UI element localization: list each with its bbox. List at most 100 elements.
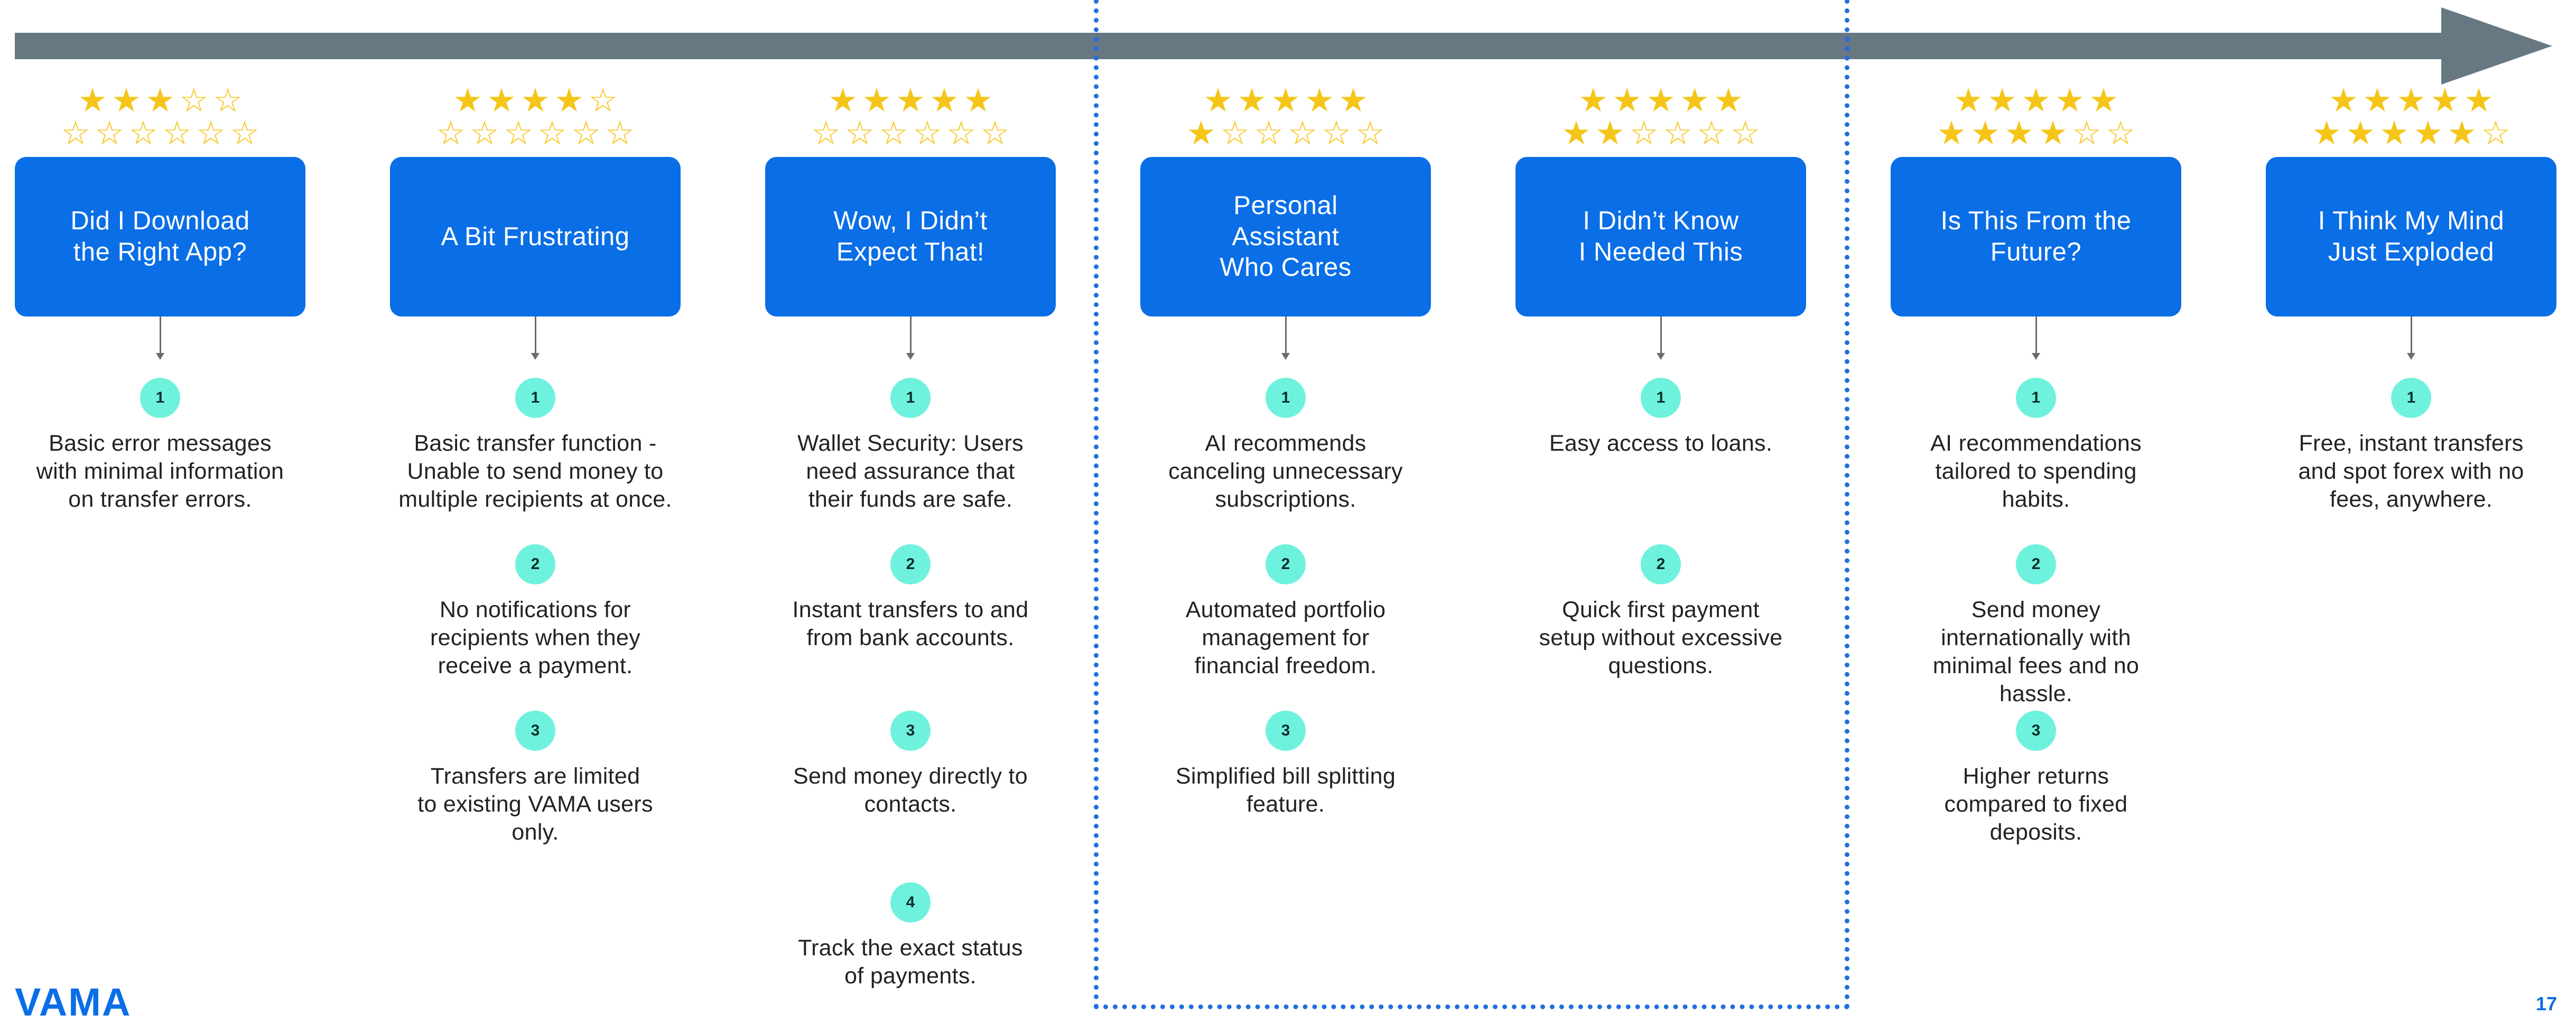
star-rating: ★ ★ ★ ★ ★ ★ ★ ★ ★ ☆ ☆ [1891, 85, 2181, 151]
star-empty-icon: ☆ [436, 115, 466, 152]
connector-line [160, 316, 161, 357]
star-filled-icon: ★ [1203, 82, 1233, 119]
star-filled-icon: ★ [2329, 82, 2358, 119]
star-empty-icon: ☆ [879, 115, 908, 152]
star-empty-icon: ☆ [845, 115, 875, 152]
star-empty-icon: ☆ [128, 115, 158, 152]
star-filled-icon: ★ [929, 82, 959, 119]
stage-title-card: I Didn’t Know I Needed This [1515, 157, 1806, 316]
stage-column: ★ ★ ★ ★ ☆ ☆ ☆ ☆ ☆ ☆ ☆ A Bit Frustrating 1 Basic trans… [390, 85, 681, 845]
star-row: ★ ★ ★ ★ ★ [1576, 85, 1745, 117]
star-filled-icon: ★ [2447, 115, 2477, 152]
star-filled-icon: ★ [1305, 82, 1334, 119]
star-empty-icon: ☆ [2106, 115, 2135, 152]
star-empty-icon: ☆ [2072, 115, 2101, 152]
step-badge: 1 [1266, 378, 1306, 418]
connector-arrowhead [156, 353, 164, 360]
stage-item: 1 Wallet Security: Users need assurance t… [765, 378, 1056, 514]
stage-item: 1 Easy access to loans. [1515, 378, 1806, 458]
brand-logo: VAMA [15, 980, 132, 1024]
stage-column: ★ ★ ★ ★ ★ ★ ★ ★ ★ ☆ ☆ Is This From the Future? 1 AI r… [1891, 85, 2181, 845]
star-empty-icon: ☆ [1355, 115, 1385, 152]
star-empty-icon: ☆ [95, 115, 124, 152]
stage-item: 1 Basic transfer function - Unable to sen… [390, 378, 681, 514]
star-empty-icon: ☆ [470, 115, 499, 152]
star-row: ☆ ☆ ☆ ☆ ☆ ☆ [434, 117, 637, 150]
step-description: AI recommends canceling unnecessary subs… [1168, 431, 1403, 512]
star-empty-icon: ☆ [162, 115, 192, 152]
star-row: ★ ★ ★ ☆ ☆ [76, 85, 245, 117]
star-row: ☆ ☆ ☆ ☆ ☆ ☆ [59, 117, 262, 150]
star-filled-icon: ★ [828, 82, 858, 119]
stage-column: ★ ★ ★ ★ ★ ★ ☆ ☆ ☆ ☆ ☆ Personal Assistant Who Cares 1… [1140, 82, 1431, 817]
star-filled-icon: ★ [896, 82, 925, 119]
stage-column: ★ ★ ★ ★ ★ ★ ★ ☆ ☆ ☆ ☆ I Didn’t Know I Needed This 1 E… [1515, 85, 1806, 678]
connector-arrowhead [906, 353, 915, 360]
stage-item: 1 Free, instant transfers and spot forex … [2266, 378, 2556, 514]
star-filled-icon: ★ [2346, 115, 2375, 152]
step-description: Quick first payment setup without excess… [1539, 597, 1783, 678]
stage-item: 1 AI recommends canceling unnecessary sub… [1140, 378, 1431, 514]
stage-column: ★ ★ ★ ★ ★ ★ ★ ★ ★ ★ ☆ I Think My Mind Just Exploded… [2266, 82, 2556, 512]
step-description: Send money directly to contacts. [793, 764, 1028, 817]
step-badge: 1 [515, 378, 555, 418]
star-filled-icon: ★ [2396, 82, 2426, 119]
stage-item: 4 Track the exact status of payments. [765, 882, 1056, 990]
star-empty-icon: ☆ [213, 82, 243, 119]
connector-line [1285, 316, 1287, 357]
step-badge: 2 [1266, 544, 1306, 584]
step-badge: 3 [1266, 711, 1306, 751]
star-empty-icon: ☆ [588, 82, 618, 119]
star-filled-icon: ★ [1338, 82, 1368, 119]
star-empty-icon: ☆ [811, 115, 841, 152]
step-badge: 2 [1641, 544, 1681, 584]
star-filled-icon: ★ [520, 82, 550, 119]
star-empty-icon: ☆ [196, 115, 226, 152]
star-filled-icon: ★ [111, 82, 141, 119]
star-row: ★ ★ ★ ★ ★ [1951, 85, 2121, 117]
step-description: Basic error messages with minimal inform… [36, 431, 284, 512]
step-description: Higher returns compared to fixed deposit… [1944, 764, 2128, 845]
stage-title-card: A Bit Frustrating [390, 157, 681, 316]
star-filled-icon: ★ [2089, 82, 2118, 119]
stage-item: 2 Send money internationally with minimal… [1891, 544, 2181, 708]
star-empty-icon: ☆ [1629, 115, 1659, 152]
step-description: Wallet Security: Users need assurance th… [797, 431, 1024, 512]
star-empty-icon: ☆ [571, 115, 601, 152]
star-filled-icon: ★ [1595, 115, 1625, 152]
star-empty-icon: ☆ [230, 115, 259, 152]
star-filled-icon: ★ [1970, 115, 2000, 152]
star-empty-icon: ☆ [2481, 115, 2510, 152]
star-row: ★ ★ ★ ★ ★ ☆ [2310, 117, 2513, 150]
star-filled-icon: ★ [1561, 115, 1591, 152]
star-filled-icon: ★ [1578, 82, 1608, 119]
star-filled-icon: ★ [2312, 115, 2341, 152]
stage-title-card: Is This From the Future? [1891, 157, 2181, 316]
stage-title-card: Wow, I Didn’t Expect That! [765, 157, 1056, 316]
star-row: ★ ★ ★ ★ ★ [826, 85, 995, 117]
star-row: ★ ☆ ☆ ☆ ☆ ☆ [1184, 117, 1387, 150]
step-description: Track the exact status of payments. [798, 935, 1023, 989]
star-filled-icon: ★ [1987, 82, 2017, 119]
connector-arrowhead [531, 353, 540, 360]
stage-item: 2 No notifications for recipients when th… [390, 544, 681, 680]
stage-column: ★ ★ ★ ★ ★ ☆ ☆ ☆ ☆ ☆ ☆ Wow, I Didn’t Expect That! 1 Wa… [765, 85, 1056, 989]
star-filled-icon: ★ [2004, 115, 2034, 152]
stage-item: 1 AI recommendations tailored to spending… [1891, 378, 2181, 514]
connector-arrowhead [1281, 353, 1290, 360]
star-filled-icon: ★ [1612, 82, 1642, 119]
star-filled-icon: ★ [862, 82, 891, 119]
star-rating: ★ ★ ★ ★ ★ ☆ ☆ ☆ ☆ ☆ ☆ [765, 85, 1056, 151]
step-description: Simplified bill splitting feature. [1175, 764, 1396, 817]
star-filled-icon: ★ [2430, 82, 2460, 119]
star-empty-icon: ☆ [1254, 115, 1284, 152]
stage-column: ★ ★ ★ ☆ ☆ ☆ ☆ ☆ ☆ ☆ ☆ Did I Download the Right App?… [15, 85, 305, 512]
step-badge: 2 [890, 544, 931, 584]
step-badge: 1 [1641, 378, 1681, 418]
star-row: ★ ★ ★ ★ ☆ [451, 85, 620, 117]
step-badge: 3 [2016, 711, 2056, 751]
star-filled-icon: ★ [2413, 115, 2443, 152]
star-filled-icon: ★ [78, 82, 107, 119]
star-rating: ★ ★ ★ ★ ☆ ☆ ☆ ☆ ☆ ☆ ☆ [390, 85, 681, 151]
star-empty-icon: ☆ [61, 115, 90, 152]
